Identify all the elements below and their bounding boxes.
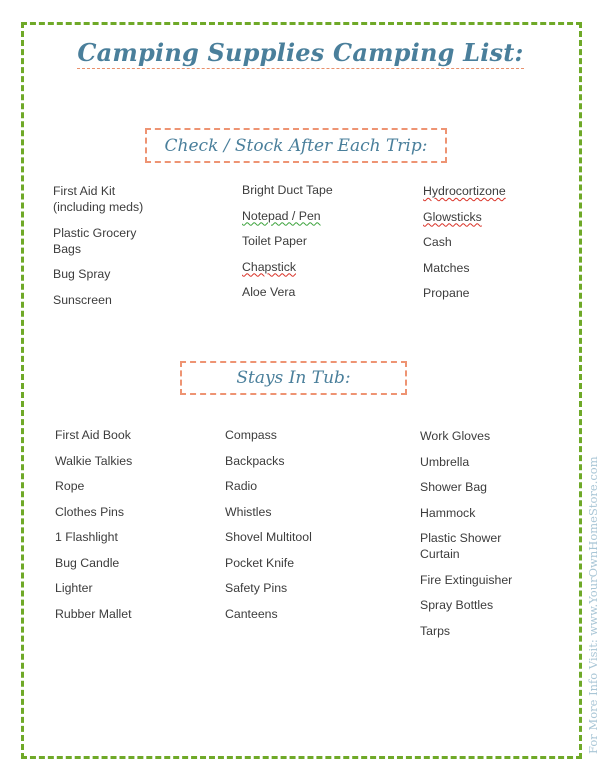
list-item: Propane <box>423 286 470 300</box>
list-item: Glowsticks <box>423 209 482 224</box>
list-item: Matches <box>423 260 470 275</box>
stays-in-tub-column-3: Work Gloves Umbrella Shower Bag Hammock … <box>420 428 560 648</box>
list-item: Whistles <box>225 504 272 519</box>
section-heading-text: Check / Stock After Each Trip: <box>164 135 428 156</box>
list-item: Sunscreen <box>53 292 112 307</box>
section-heading-stays-in-tub: Stays In Tub: <box>180 361 407 395</box>
list-item: Tarps <box>420 623 451 638</box>
list-item: Lighter <box>55 581 93 595</box>
list-item: Compass <box>225 428 277 442</box>
check-stock-column-3: Hydrocortizone Glowsticks Cash Matches P… <box>423 183 563 311</box>
stays-in-tub-column-2: Compass Backpacks Radio Whistles Shovel … <box>225 427 395 631</box>
website-note: For More Info Visit: www.YourOwnHomeStor… <box>586 456 600 754</box>
list-item: Spray Bottles <box>420 598 494 612</box>
list-item: Bright Duct Tape <box>242 183 333 197</box>
list-item: Umbrella <box>420 454 470 469</box>
page-title: Camping Supplies Camping List: <box>0 38 601 69</box>
list-item: Hammock <box>420 505 476 520</box>
list-item: Rubber Mallet <box>55 606 132 621</box>
list-item: Canteens <box>225 606 278 621</box>
section-heading-check-stock: Check / Stock After Each Trip: <box>145 128 447 163</box>
list-item: Shovel Multitool <box>225 530 312 544</box>
stays-in-tub-column-1: First Aid Book Walkie Talkies Rope Cloth… <box>55 427 215 631</box>
list-item: Backpacks <box>225 453 285 468</box>
list-item: Plastic Grocery Bags <box>53 225 137 256</box>
list-item: Toilet Paper <box>242 234 307 248</box>
list-item: Notepad / Pen <box>242 208 321 223</box>
list-item: Fire Extinguisher <box>420 572 513 587</box>
list-item: Hydrocortizone <box>423 184 506 198</box>
list-item: Cash <box>423 235 452 249</box>
list-item: Bug Candle <box>55 555 120 570</box>
list-item: Bug Spray <box>53 267 111 281</box>
list-item: Work Gloves <box>420 429 491 443</box>
list-item: Radio <box>225 479 258 493</box>
list-item: Chapstick <box>242 259 296 274</box>
section-heading-text: Stays In Tub: <box>236 368 351 388</box>
list-item: Rope <box>55 479 85 493</box>
list-item: Walkie Talkies <box>55 453 133 468</box>
list-item: Shower Bag <box>420 480 487 494</box>
list-item: Clothes Pins <box>55 504 125 519</box>
list-item: First Aid Kit (including meds) <box>53 184 144 214</box>
check-stock-column-2: Bright Duct Tape Notepad / Pen Toilet Pa… <box>242 182 402 310</box>
check-stock-column-1: First Aid Kit (including meds) Plastic G… <box>53 183 213 317</box>
list-item: 1 Flashlight <box>55 530 118 544</box>
list-item: Plastic Shower Curtain <box>420 531 502 561</box>
list-item: Safety Pins <box>225 581 288 595</box>
page-title-text: Camping Supplies Camping List: <box>77 38 524 69</box>
list-item: Aloe Vera <box>242 285 296 299</box>
list-item: First Aid Book <box>55 428 131 442</box>
list-item: Pocket Knife <box>225 555 295 570</box>
